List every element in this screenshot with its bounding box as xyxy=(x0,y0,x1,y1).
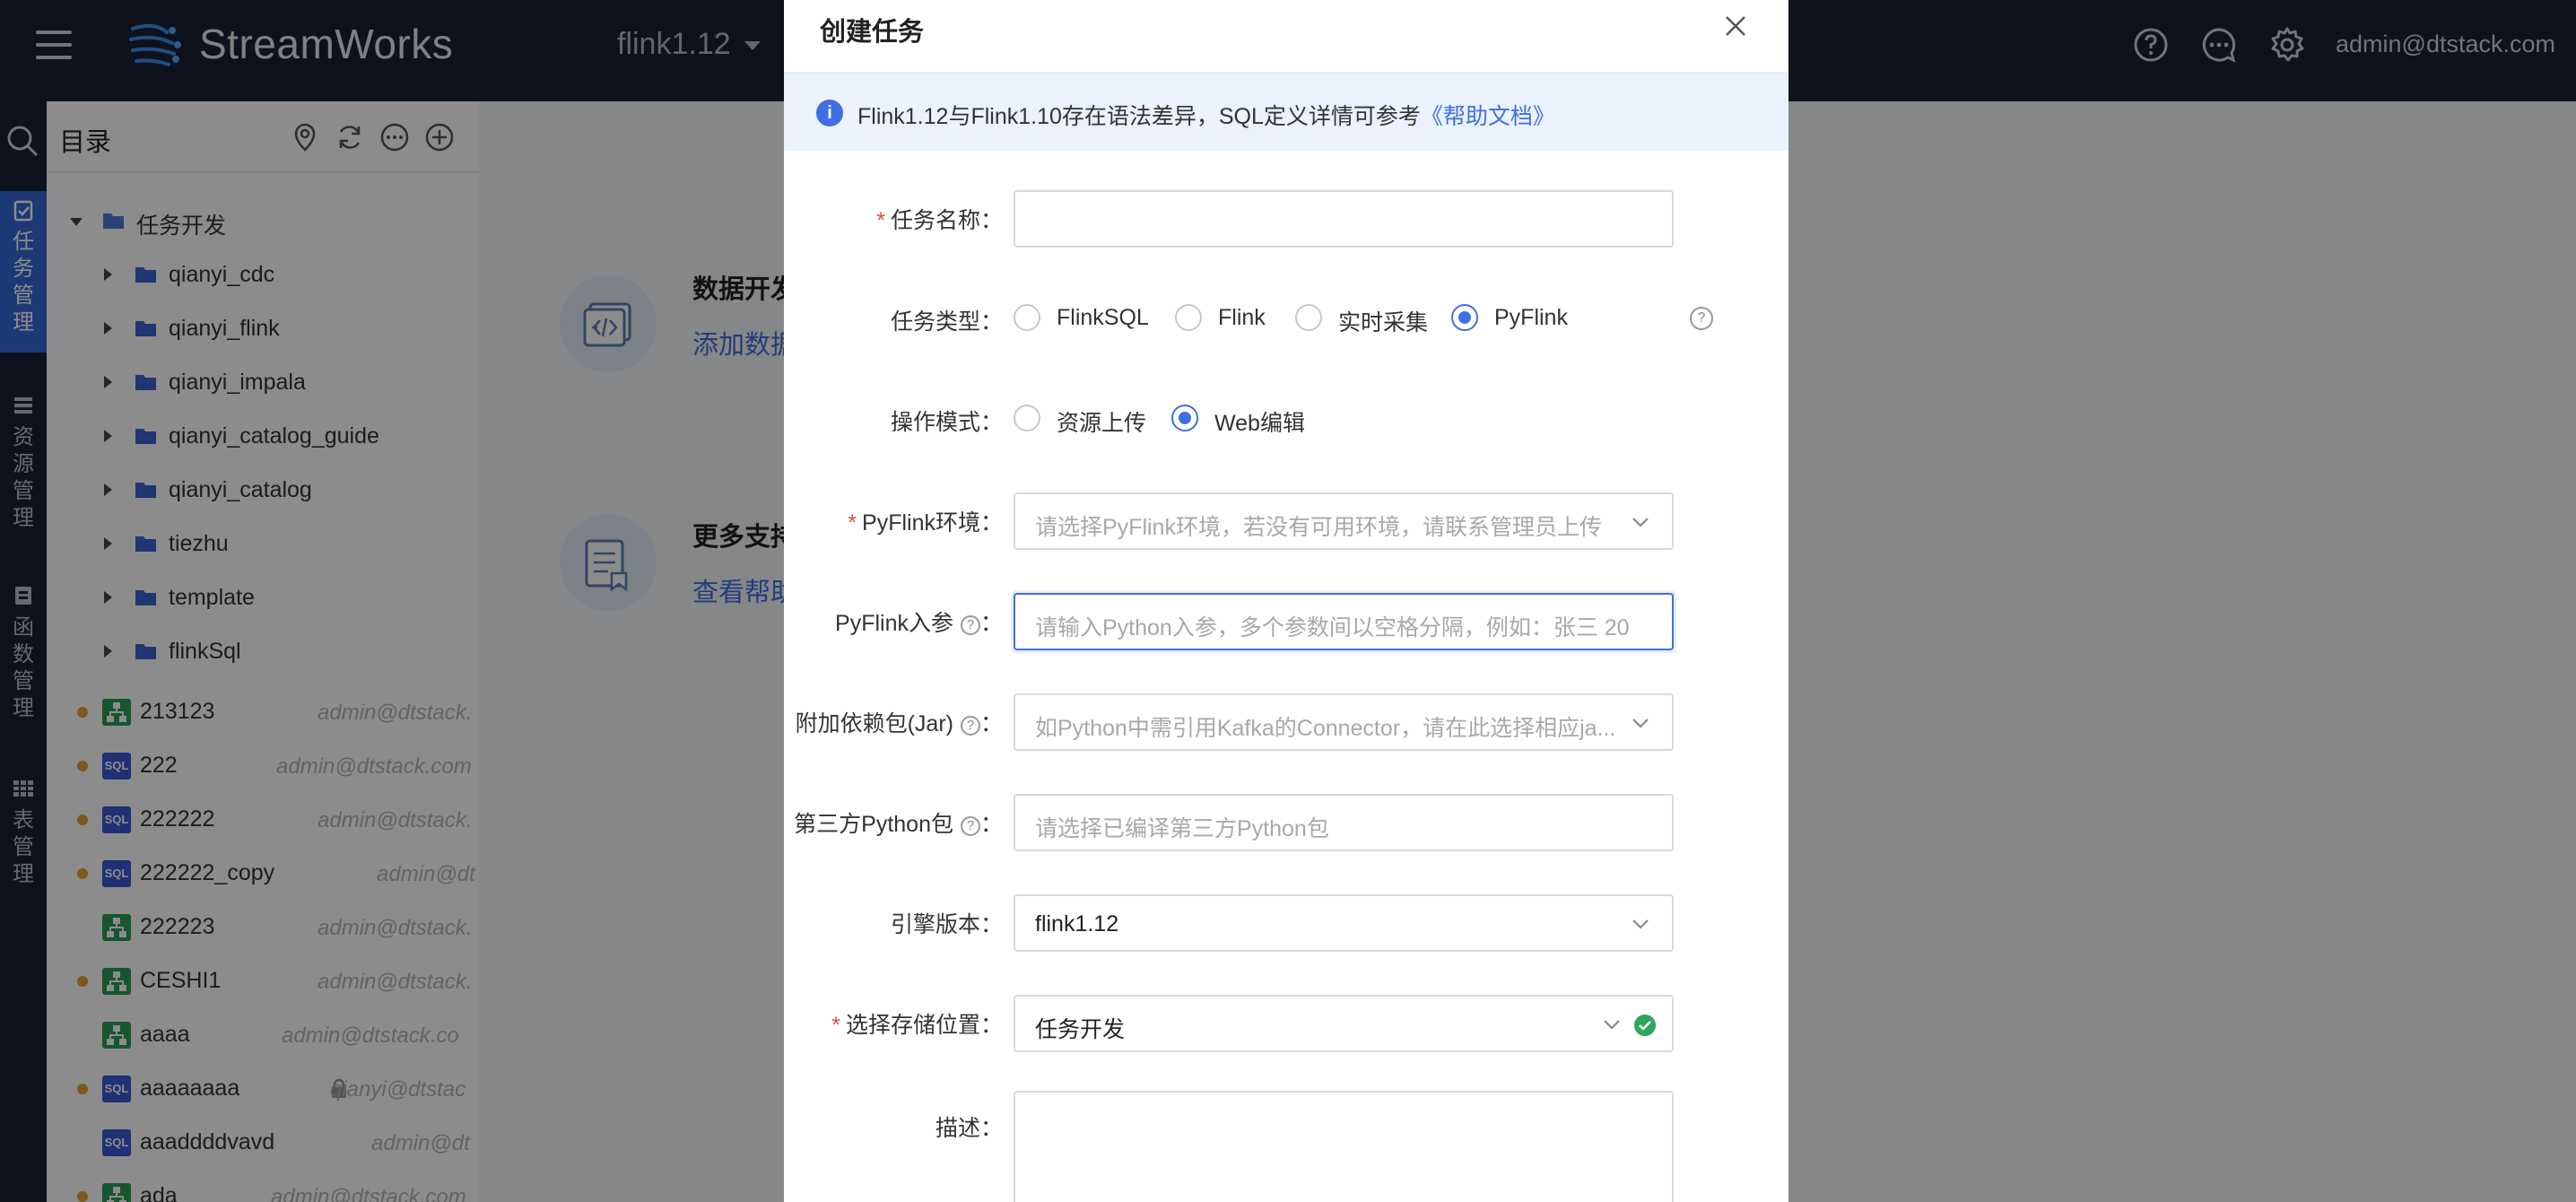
chevron-down-icon[interactable] xyxy=(1631,512,1650,532)
pyflink-args-label: PyFlink入参?： xyxy=(835,611,1003,636)
placeholder: 请输入Python入参，多个参数间以空格分隔，例如：张三 20 xyxy=(1035,615,1630,640)
jar-select[interactable]: 如Python中需引用Kafka的Connector，请在此选择相应ja... xyxy=(1014,693,1674,751)
radio-circle[interactable] xyxy=(1175,304,1202,331)
info-icon: i xyxy=(816,100,843,126)
radio-label: 资源上传 xyxy=(1057,411,1147,436)
task-type-label: 任务类型： xyxy=(890,309,1003,335)
label-text: 附加依赖包(Jar) xyxy=(795,711,953,736)
pyflink-args-input[interactable]: 请输入Python入参，多个参数间以空格分隔，例如：张三 20 xyxy=(1014,593,1674,650)
radio-circle[interactable] xyxy=(1014,304,1040,331)
task-name-input[interactable] xyxy=(1014,190,1674,248)
pyflink-env-label: * PyFlink环境： xyxy=(848,510,1003,536)
radio-circle[interactable] xyxy=(1014,405,1040,431)
question-icon[interactable]: ? xyxy=(1690,307,1713,330)
placeholder: 请选择已编译第三方Python包 xyxy=(1035,816,1329,841)
alert-message: Flink1.12与Flink1.10存在语法差异，SQL定义详情可参考《帮助文… xyxy=(857,99,1555,131)
create-task-dialog: 创建任务 i Flink1.12与Flink1.10存在语法差异，SQL定义详情… xyxy=(784,0,1788,1202)
label-text: 任务名称： xyxy=(890,208,1003,233)
radio-circle-selected[interactable] xyxy=(1171,405,1198,431)
radio-label: Web编辑 xyxy=(1214,411,1305,436)
engine-version-label: 引擎版本： xyxy=(890,912,1003,937)
mode-label: 操作模式： xyxy=(890,410,1003,435)
python-package-input[interactable]: 请选择已编译第三方Python包 xyxy=(1014,794,1674,851)
dialog-header: 创建任务 xyxy=(784,0,1788,74)
radio-label: FlinkSQL xyxy=(1057,305,1149,330)
label-text: 第三方Python包 xyxy=(794,812,953,837)
check-circle-icon xyxy=(1634,1015,1656,1036)
dialog-title: 创建任务 xyxy=(820,18,925,47)
alert-text: Flink1.12与Flink1.10存在语法差异，SQL定义详情可参考 xyxy=(857,104,1421,129)
placeholder: 如Python中需引用Kafka的Connector，请在此选择相应ja... xyxy=(1035,716,1616,741)
question-icon[interactable]: ? xyxy=(960,716,980,736)
help-doc-link[interactable]: 《帮助文档》 xyxy=(1421,104,1555,129)
close-icon[interactable] xyxy=(1722,13,1749,39)
question-icon[interactable]: ? xyxy=(960,816,980,836)
storage-location-select[interactable]: 任务开发 xyxy=(1014,995,1674,1052)
chevron-down-icon[interactable] xyxy=(1602,1015,1622,1034)
chevron-down-icon[interactable] xyxy=(1631,713,1650,733)
label-text: PyFlink入参 xyxy=(835,611,953,636)
description-label: 描述： xyxy=(935,1116,1003,1141)
description-textarea[interactable] xyxy=(1014,1091,1674,1202)
radio-circle-selected[interactable] xyxy=(1451,304,1478,331)
label-text: PyFlink环境： xyxy=(862,510,1003,536)
pyflink-env-select[interactable]: 请选择PyFlink环境，若没有可用环境，请联系管理员上传 xyxy=(1014,492,1674,550)
selected-value: flink1.12 xyxy=(1035,911,1119,936)
radio-circle[interactable] xyxy=(1295,304,1322,331)
jar-label: 附加依赖包(Jar)?： xyxy=(795,711,1003,736)
selected-value: 任务开发 xyxy=(1035,1017,1126,1042)
radio-label: Flink xyxy=(1218,305,1266,330)
python-package-label: 第三方Python包?： xyxy=(794,812,1003,837)
label-text: 选择存储位置： xyxy=(845,1013,1003,1038)
info-alert: i Flink1.12与Flink1.10存在语法差异，SQL定义详情可参考《帮… xyxy=(784,74,1788,151)
question-icon[interactable]: ? xyxy=(960,615,980,635)
radio-label: PyFlink xyxy=(1494,305,1568,330)
radio-label: 实时采集 xyxy=(1338,310,1429,335)
placeholder: 请选择PyFlink环境，若没有可用环境，请联系管理员上传 xyxy=(1035,515,1602,540)
chevron-down-icon[interactable] xyxy=(1631,914,1650,934)
engine-version-select[interactable]: flink1.12 xyxy=(1014,894,1674,952)
task-name-label: * 任务名称： xyxy=(876,208,1003,233)
storage-location-label: * 选择存储位置： xyxy=(831,1013,1003,1038)
